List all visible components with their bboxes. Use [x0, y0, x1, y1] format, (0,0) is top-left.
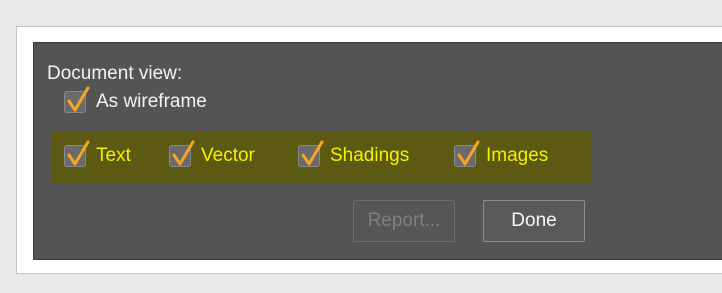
as-wireframe-checkbox[interactable]: As wireframe — [64, 86, 207, 113]
shadings-label: Shadings — [330, 145, 410, 166]
as-wireframe-label: As wireframe — [96, 91, 207, 112]
images-checkbox[interactable]: Images — [454, 140, 549, 167]
text-checkbox[interactable]: Text — [64, 140, 131, 167]
shadings-checkbox[interactable]: Shadings — [298, 140, 410, 167]
document-view-heading: Document view: — [47, 63, 183, 84]
images-label: Images — [486, 145, 549, 166]
checkmark-icon — [454, 140, 480, 167]
checkmark-icon — [298, 140, 324, 167]
checkmark-icon — [64, 140, 90, 167]
checkmark-icon — [64, 86, 90, 113]
done-button[interactable]: Done — [483, 200, 585, 242]
checkmark-icon — [169, 140, 195, 167]
vector-label: Vector — [201, 145, 255, 166]
vector-checkbox[interactable]: Vector — [169, 140, 255, 167]
report-button[interactable]: Report... — [353, 200, 455, 242]
text-label: Text — [96, 145, 131, 166]
